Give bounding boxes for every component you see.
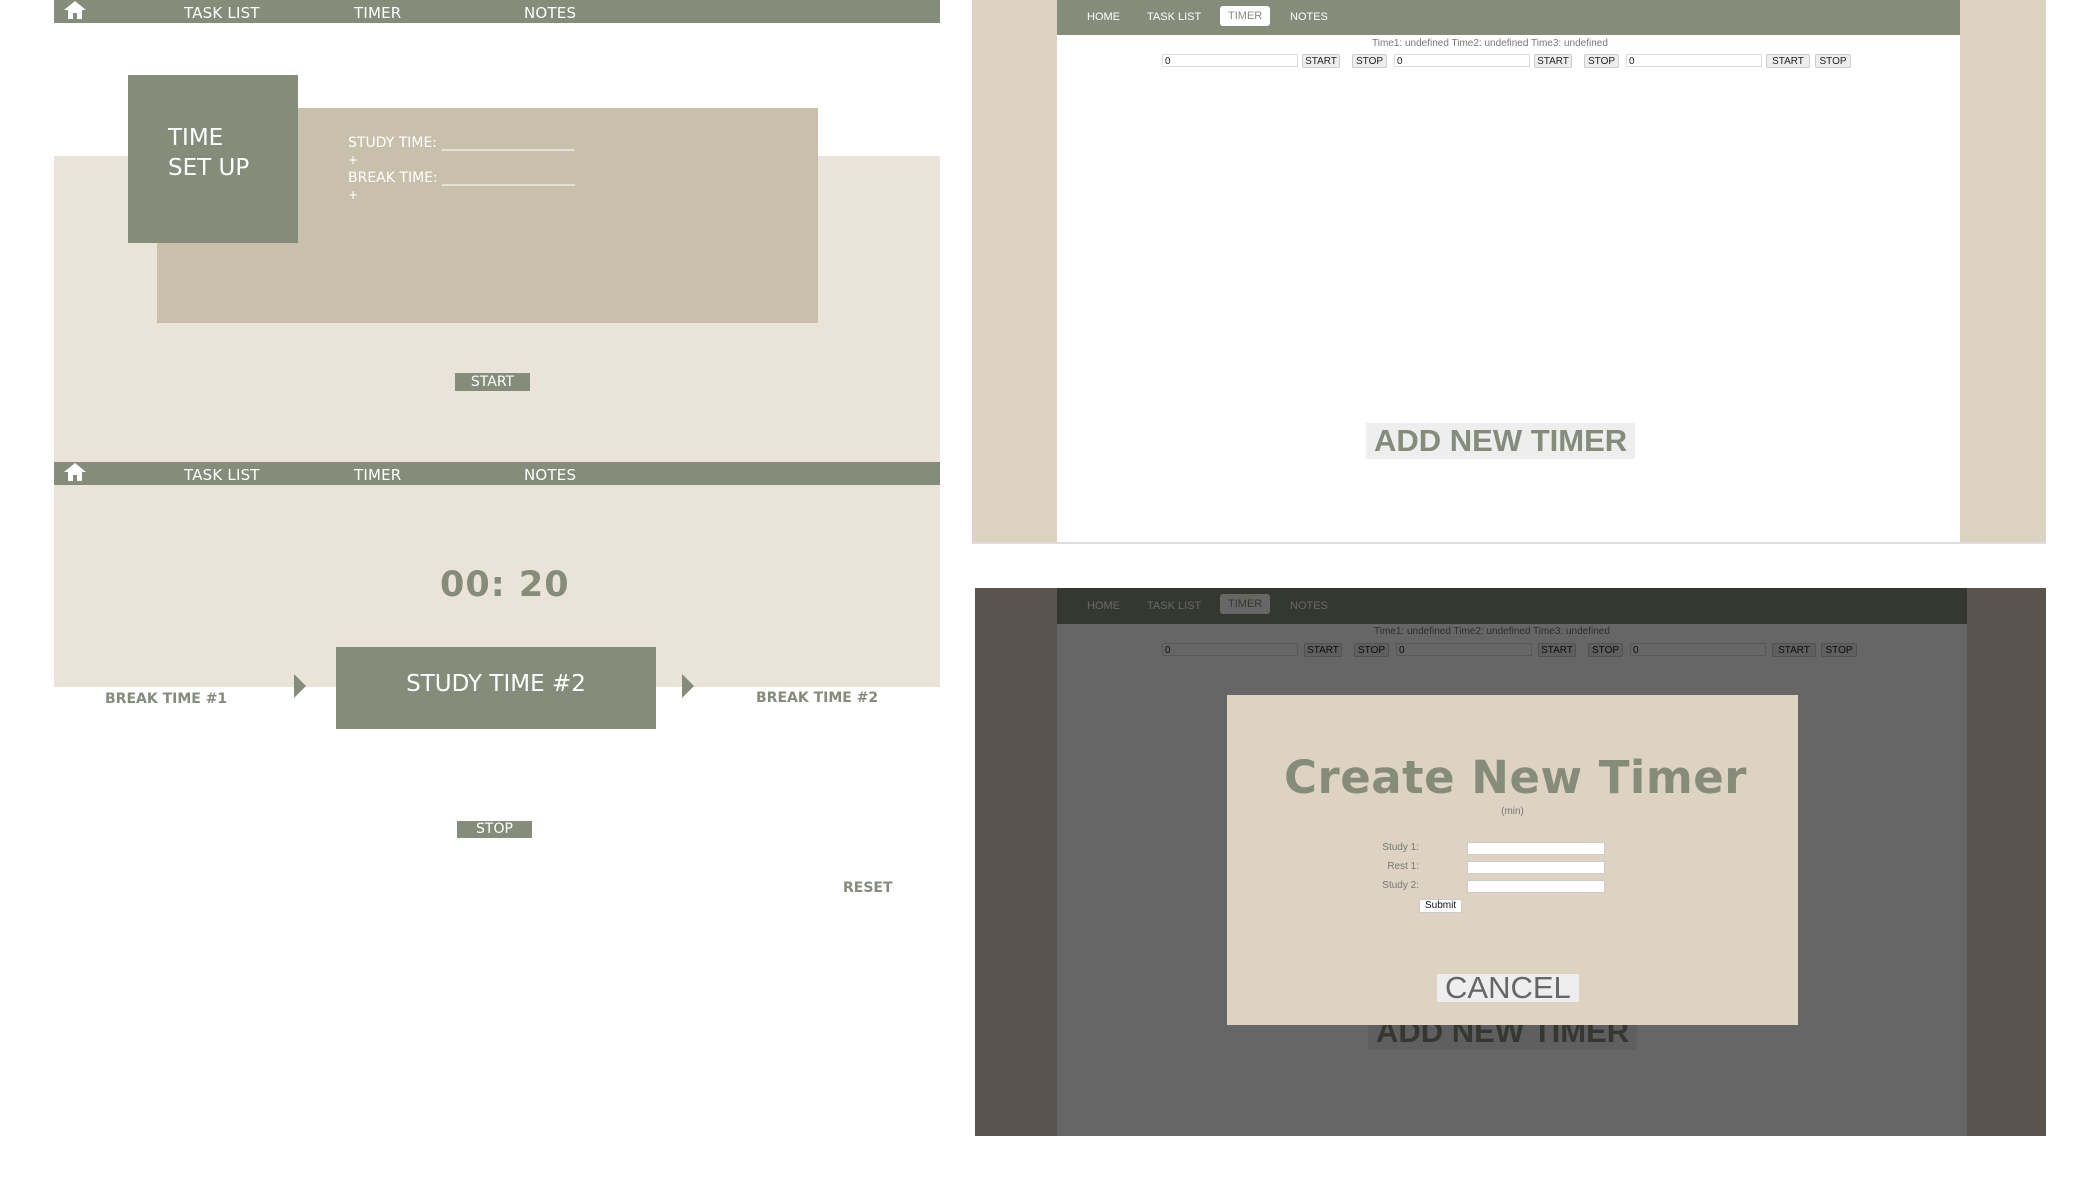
study2-input[interactable] [1467, 880, 1605, 893]
add-break-time-icon[interactable]: + [348, 188, 358, 202]
mockup-navbar-top: TASK LIST TIMER NOTES [54, 0, 940, 23]
timer3-stop-button[interactable]: STOP [1815, 54, 1851, 68]
setup-title-box: TIME SET UP [128, 75, 298, 243]
timer2-start-button[interactable]: START [1534, 54, 1572, 68]
submit-button[interactable]: Submit [1419, 899, 1463, 913]
timer-values-text: Time1: undefined Time2: undefined Time3:… [1372, 38, 1608, 49]
current-phase-box: STUDY TIME #2 [336, 647, 656, 729]
nav-task-list[interactable]: TASK LIST [184, 4, 260, 22]
timer3-input[interactable]: 0 [1626, 54, 1762, 67]
timer-page [1057, 0, 1960, 542]
mockup-navbar-bottom: TASK LIST TIMER NOTES [54, 462, 940, 485]
home-icon[interactable] [62, 462, 88, 484]
timer3-start-button[interactable]: START [1766, 54, 1810, 68]
setup-start-button[interactable]: START [455, 373, 530, 391]
break-time-field[interactable]: BREAK TIME: ___________________ [348, 170, 575, 186]
rest1-input[interactable] [1467, 861, 1605, 874]
timer2-stop-button[interactable]: STOP [1584, 54, 1619, 68]
nav-task-list[interactable]: TASK LIST [1147, 11, 1201, 23]
arrow-right-icon [294, 674, 306, 698]
current-phase-label: STUDY TIME #2 [406, 671, 586, 697]
study1-label: Study 1: [1382, 842, 1419, 853]
arrow-right-icon [682, 674, 694, 698]
modal-title: Create New Timer [1284, 751, 1747, 804]
add-new-timer-button[interactable]: ADD NEW TIMER [1366, 423, 1636, 459]
study1-input[interactable] [1467, 842, 1605, 855]
add-study-time-icon[interactable]: + [348, 153, 358, 167]
prev-phase-label: BREAK TIME #1 [105, 691, 228, 707]
nav-task-list[interactable]: TASK LIST [184, 466, 260, 484]
rest1-label: Rest 1: [1387, 861, 1419, 872]
nav-notes[interactable]: NOTES [524, 466, 576, 484]
timer1-stop-button[interactable]: STOP [1352, 54, 1387, 68]
countdown-display: 00: 20 [440, 565, 570, 605]
nav-timer-active[interactable]: TIMER [1220, 6, 1271, 26]
frame-divider [972, 542, 2046, 544]
study-time-field[interactable]: STUDY TIME: ___________________ [348, 135, 574, 151]
unit-label: (min) [1501, 806, 1524, 817]
cancel-button[interactable]: CANCEL [1437, 972, 1579, 1003]
timer2-input[interactable]: 0 [1394, 54, 1530, 67]
timer1-start-button[interactable]: START [1302, 54, 1340, 68]
create-timer-modal: Create New Timer (min) Study 1: Rest 1: … [1227, 695, 1798, 1025]
nav-timer[interactable]: TIMER [354, 466, 401, 484]
study2-label: Study 2: [1382, 880, 1419, 891]
nav-home[interactable]: HOME [1087, 11, 1120, 23]
nav-notes[interactable]: NOTES [524, 4, 576, 22]
nav-notes[interactable]: NOTES [1290, 11, 1328, 23]
reset-button[interactable]: RESET [843, 880, 893, 896]
setup-title: TIME SET UP [168, 125, 250, 181]
nav-timer[interactable]: TIMER [354, 4, 401, 22]
stop-button[interactable]: STOP [457, 821, 532, 838]
timer1-input[interactable]: 0 [1162, 54, 1298, 67]
browser-navbar: HOME TASK LIST TIMER NOTES [1057, 0, 1960, 35]
home-icon[interactable] [62, 0, 88, 22]
next-phase-label: BREAK TIME #2 [756, 690, 879, 706]
